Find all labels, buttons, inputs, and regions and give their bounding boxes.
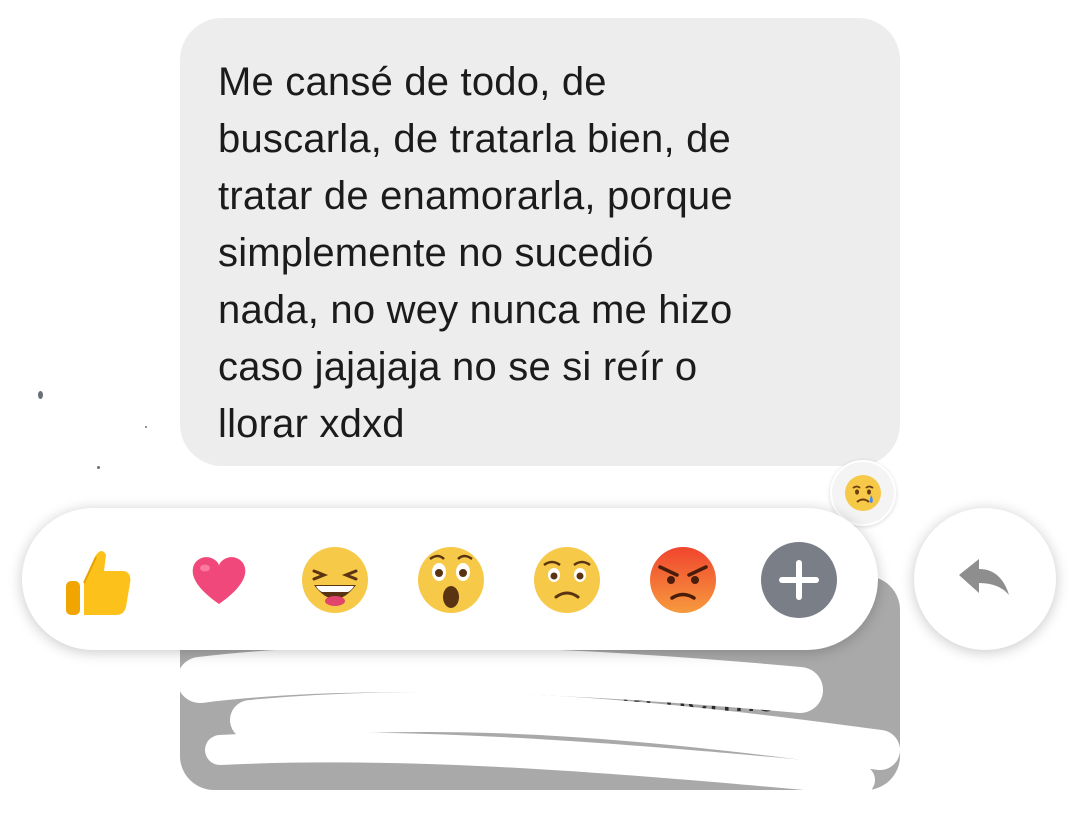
laughing-emoji-icon	[302, 547, 368, 613]
surprised-emoji-icon	[418, 547, 484, 613]
stray-dot	[97, 466, 100, 469]
reaction-love[interactable]	[180, 541, 258, 619]
sad-tear-emoji-icon	[845, 475, 881, 511]
stray-dot	[38, 391, 43, 399]
reaction-wow[interactable]	[412, 541, 490, 619]
heart-icon	[192, 557, 246, 604]
angry-emoji-icon	[650, 547, 716, 613]
stray-dot	[145, 426, 147, 428]
message-text: Me cansé de todo, de buscarla, de tratar…	[218, 60, 733, 446]
redaction-scribble	[177, 646, 900, 795]
reaction-haha[interactable]	[296, 541, 374, 619]
reaction-more[interactable]	[760, 541, 838, 619]
avatar-redacted	[70, 660, 150, 740]
message-bubble[interactable]: Me cansé de todo, de buscarla, de tratar…	[180, 18, 900, 466]
reaction-angry[interactable]	[644, 541, 722, 619]
thumbs-up-icon	[66, 551, 131, 615]
reaction-like[interactable]	[58, 541, 136, 619]
reply-arrow-icon	[959, 559, 1009, 595]
reaction-sad[interactable]	[528, 541, 606, 619]
reaction-picker	[22, 508, 878, 650]
sad-emoji-icon	[534, 547, 600, 613]
reply-button[interactable]	[914, 508, 1056, 650]
plus-icon	[761, 542, 837, 618]
